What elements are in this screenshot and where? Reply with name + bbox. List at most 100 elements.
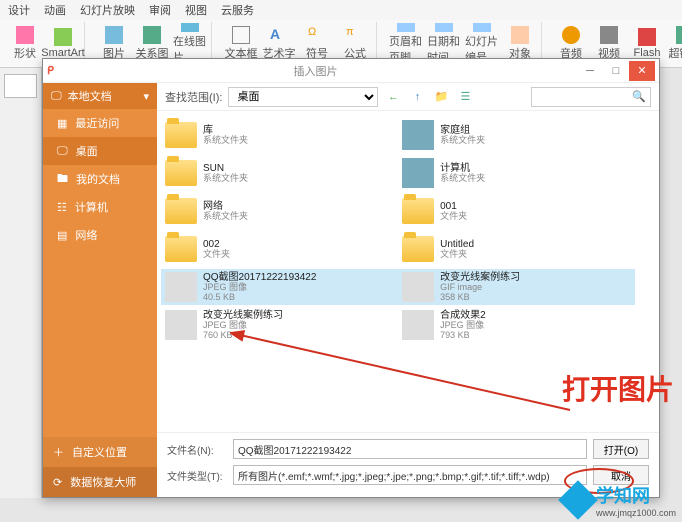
- new-folder-button[interactable]: 📁: [432, 88, 450, 106]
- image-thumbnail-icon: [165, 310, 197, 340]
- filetype-label: 文件类型(T):: [167, 468, 227, 483]
- clock-icon: ▦: [57, 117, 67, 130]
- search-icon: 🔍: [632, 90, 646, 103]
- sidebar-item-network[interactable]: ▤网络: [43, 221, 157, 249]
- scope-select[interactable]: 桌面: [228, 87, 378, 107]
- menu-item[interactable]: 云服务: [221, 2, 254, 18]
- file-name: 家庭组: [440, 125, 485, 136]
- file-size: 40.5 KB: [203, 293, 316, 303]
- file-name: QQ截图20171222193422: [203, 272, 316, 283]
- flash-icon: [638, 28, 656, 46]
- chevron-down-icon[interactable]: ▾: [143, 90, 149, 103]
- maximize-button[interactable]: □: [603, 61, 629, 81]
- scope-label: 查找范围(I):: [165, 89, 222, 105]
- folder-icon: [165, 196, 197, 226]
- minimize-button[interactable]: ─: [577, 61, 603, 81]
- file-item[interactable]: Untitled文件夹: [398, 231, 635, 267]
- file-type-label: 系统文件夹: [203, 212, 248, 222]
- annotation-circle: [564, 468, 634, 494]
- file-item[interactable]: 改变光线案例练习GIF image358 KB: [398, 269, 635, 305]
- sidebar-header: 🖵 本地文档 ▾: [43, 83, 157, 109]
- folder-icon: [165, 120, 197, 150]
- picture-icon: [105, 26, 123, 44]
- sidebar-item-desktop[interactable]: 🖵桌面: [43, 137, 157, 165]
- monitor-icon: 🖵: [51, 90, 62, 103]
- file-item[interactable]: QQ截图20171222193422JPEG 图像40.5 KB: [161, 269, 398, 305]
- sidebar-item-computer[interactable]: ☷计算机: [43, 193, 157, 221]
- file-name: 改变光线案例练习: [203, 310, 283, 321]
- file-type-label: 系统文件夹: [440, 136, 485, 146]
- shape-button[interactable]: 形状: [8, 23, 42, 65]
- menu-item[interactable]: 动画: [44, 2, 66, 18]
- sidebar-item-documents[interactable]: 🖿我的文档: [43, 165, 157, 193]
- folder-icon: [402, 196, 434, 226]
- slide-thumbnail[interactable]: [4, 74, 37, 98]
- folder-icon: [402, 234, 434, 264]
- relation-icon: [143, 26, 161, 44]
- system-icon: [402, 120, 434, 150]
- image-thumbnail-icon: [402, 272, 434, 302]
- dialog-title: 插入图片: [54, 63, 577, 79]
- sidebar-item-recent[interactable]: ▦最近访问: [43, 109, 157, 137]
- file-item[interactable]: 库系统文件夹: [161, 117, 398, 153]
- file-item[interactable]: 改变光线案例练习JPEG 图像760 KB: [161, 307, 398, 343]
- back-button[interactable]: ←: [384, 88, 402, 106]
- menu-bar: 设计 动画 幻灯片放映 审阅 视图 云服务: [0, 0, 682, 20]
- file-type-label: 文件夹: [440, 250, 474, 260]
- menu-item[interactable]: 视图: [185, 2, 207, 18]
- file-type-label: 文件夹: [203, 250, 230, 260]
- file-type-label: 系统文件夹: [440, 174, 485, 184]
- shape-icon: [16, 26, 34, 44]
- file-name: 合成效果2: [440, 310, 486, 321]
- image-thumbnail-icon: [165, 272, 197, 302]
- file-name: 库: [203, 125, 248, 136]
- file-name: 001: [440, 201, 467, 212]
- file-name: 改变光线案例练习: [440, 272, 520, 283]
- file-item[interactable]: SUN系统文件夹: [161, 155, 398, 191]
- file-list: 库系统文件夹家庭组系统文件夹SUN系统文件夹计算机系统文件夹网络系统文件夹001…: [157, 111, 659, 432]
- hyperlink-icon: [676, 26, 682, 44]
- close-button[interactable]: ✕: [629, 61, 655, 81]
- folder-icon: 🖿: [57, 170, 68, 189]
- file-item[interactable]: 001文件夹: [398, 193, 635, 229]
- open-button[interactable]: 打开(O): [593, 439, 649, 459]
- file-type-label: 文件夹: [440, 212, 467, 222]
- video-icon: [600, 26, 618, 44]
- file-type-label: 系统文件夹: [203, 174, 248, 184]
- view-button[interactable]: ☰: [456, 88, 474, 106]
- datetime-icon: [435, 23, 453, 32]
- sidebar-custom-location[interactable]: ＋自定义位置: [43, 437, 157, 467]
- file-type-label: 系统文件夹: [203, 136, 248, 146]
- sidebar-data-recovery[interactable]: ⟳数据恢复大师: [43, 467, 157, 497]
- up-button[interactable]: ↑: [408, 88, 426, 106]
- menu-item[interactable]: 设计: [8, 2, 30, 18]
- file-name: 计算机: [440, 163, 485, 174]
- computer-icon: ☷: [57, 201, 67, 214]
- image-thumbnail-icon: [402, 310, 434, 340]
- refresh-icon: ⟳: [53, 476, 62, 489]
- hyperlink-button[interactable]: 超链接: [668, 23, 682, 65]
- filetype-field[interactable]: 所有图片(*.emf;*.wmf;*.jpg;*.jpeg;*.jpe;*.pn…: [233, 465, 587, 485]
- system-icon: [402, 158, 434, 188]
- smartart-icon: [54, 28, 72, 46]
- textbox-icon: [232, 26, 250, 44]
- filename-field[interactable]: QQ截图20171222193422: [233, 439, 587, 459]
- network-icon: ▤: [57, 229, 67, 242]
- menu-item[interactable]: 审阅: [149, 2, 171, 18]
- menu-item[interactable]: 幻灯片放映: [80, 2, 135, 18]
- file-size: 760 KB: [203, 331, 283, 341]
- search-input[interactable]: 🔍: [531, 87, 651, 107]
- file-item[interactable]: 合成效果2JPEG 图像793 KB: [398, 307, 635, 343]
- file-item[interactable]: 网络系统文件夹: [161, 193, 398, 229]
- folder-icon: [165, 234, 197, 264]
- insert-picture-dialog: ᑭ 插入图片 ─ □ ✕ 🖵 本地文档 ▾ ▦最近访问 🖵桌面 🖿我的文档 ☷计…: [42, 58, 660, 498]
- file-item[interactable]: 家庭组系统文件夹: [398, 117, 635, 153]
- filename-label: 文件名(N):: [167, 442, 227, 457]
- file-item[interactable]: 002文件夹: [161, 231, 398, 267]
- online-pic-icon: [181, 23, 199, 32]
- header-icon: [397, 23, 415, 32]
- file-item[interactable]: 计算机系统文件夹: [398, 155, 635, 191]
- file-size: 358 KB: [440, 293, 520, 303]
- object-icon: [511, 26, 529, 44]
- symbol-icon: Ω: [308, 26, 326, 44]
